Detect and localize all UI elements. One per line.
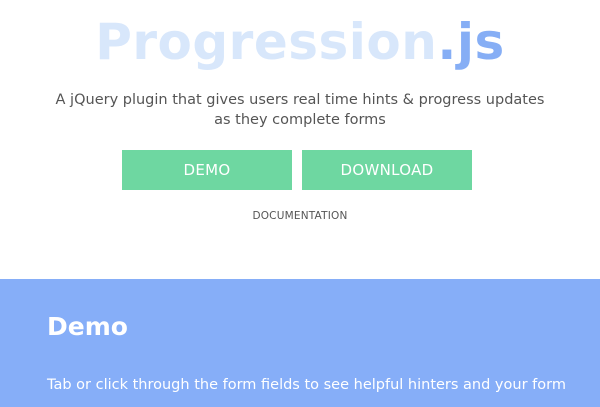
demo-section-description: Tab or click through the form fields to … [47, 377, 566, 393]
logo-extension-text: .js [437, 13, 505, 71]
demo-button[interactable]: DEMO [122, 150, 292, 190]
documentation-link[interactable]: DOCUMENTATION [0, 210, 600, 222]
page: Progression.js A jQuery plugin that give… [0, 0, 600, 407]
tagline: A jQuery plugin that gives users real ti… [55, 92, 545, 128]
site-logo: Progression.js [0, 10, 600, 74]
demo-section: Demo Tab or click through the form field… [0, 279, 600, 407]
demo-section-title: Demo [47, 312, 128, 341]
hero-section: Progression.js A jQuery plugin that give… [0, 0, 600, 279]
download-button[interactable]: DOWNLOAD [302, 150, 472, 190]
logo-main-text: Progression [95, 13, 438, 71]
